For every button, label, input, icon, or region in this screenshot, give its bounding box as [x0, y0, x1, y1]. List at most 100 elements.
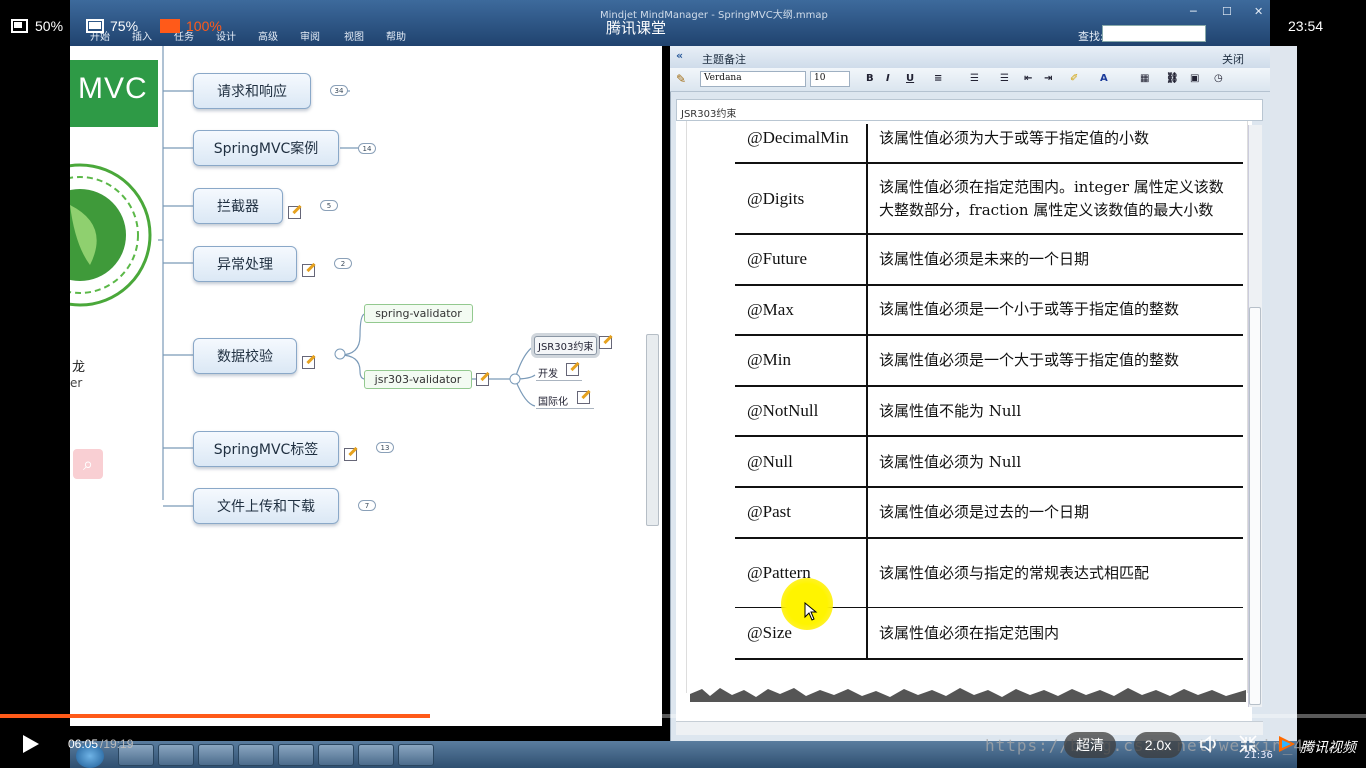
indent-icon[interactable]: ⇥	[1044, 73, 1052, 84]
font-size-select[interactable]: 10	[810, 71, 850, 87]
taskbar-app[interactable]	[398, 744, 434, 766]
quality-button[interactable]: 超清	[1064, 732, 1116, 758]
table-row-annotation: @DecimalMin	[747, 128, 849, 147]
topic-count-badge: 7	[358, 500, 376, 511]
note-icon[interactable]	[476, 373, 489, 386]
taskbar-app[interactable]	[238, 744, 274, 766]
bold-icon[interactable]: B	[866, 73, 874, 84]
topic-file-upload[interactable]: 文件上传和下载	[193, 488, 339, 524]
note-icon[interactable]	[344, 448, 357, 461]
table-row-desc: 该属性值必须是一个小于或等于指定值的整数	[879, 300, 1180, 318]
player-clock: 23:54	[1288, 18, 1324, 34]
table-rule	[735, 284, 1243, 286]
view-small-icon[interactable]	[11, 19, 28, 33]
table-row-desc-line2: 大整数部分，fraction 属性定义该数值的最大小数	[879, 201, 1214, 219]
table-rule	[735, 233, 1243, 235]
topic-springmvc-case[interactable]: SpringMVC案例	[193, 130, 339, 166]
topic-count-badge: 34	[330, 85, 348, 96]
outdent-icon[interactable]: ⇤	[1024, 73, 1032, 84]
taskbar-app[interactable]	[278, 744, 314, 766]
font-name-select[interactable]: Verdana	[700, 71, 806, 87]
topic-count-badge: 2	[334, 258, 352, 269]
image-icon[interactable]: ▣	[1190, 73, 1199, 84]
tab-advanced[interactable]: 高级	[258, 28, 278, 43]
notes-doc-tab[interactable]: JSR303约束	[676, 99, 1263, 121]
topic-springmvc-tags[interactable]: SpringMVC标签	[193, 431, 339, 467]
tab-view[interactable]: 视图	[344, 28, 364, 43]
topic-validation[interactable]: 数据校验	[193, 338, 297, 374]
notes-title: 主题备注	[702, 53, 746, 66]
table-rule	[735, 658, 1243, 660]
table-icon[interactable]: ▦	[1140, 73, 1149, 84]
side-panel-strip	[1270, 46, 1297, 741]
table-row-desc: 该属性值必须在指定范围内	[879, 624, 1060, 642]
table-row-desc: 该属性值必须是未来的一个日期	[879, 250, 1090, 268]
view-medium-icon[interactable]	[86, 19, 104, 33]
font-color-icon[interactable]: A	[1100, 73, 1108, 84]
subtopic-jsr303-validator[interactable]: jsr303-validator	[364, 370, 472, 389]
topic-request-response[interactable]: 请求和响应	[193, 73, 311, 109]
table-row-annotation: @Min	[747, 350, 791, 369]
maximize-icon[interactable]: ☐	[1222, 5, 1232, 18]
view-50-button[interactable]: 50%	[35, 18, 63, 34]
view-75-button[interactable]: 75%	[110, 18, 138, 34]
underline-icon[interactable]: U	[906, 73, 914, 84]
view-100-button[interactable]: 100%	[186, 18, 222, 34]
topic-interceptor[interactable]: 拦截器	[193, 188, 283, 224]
search-input[interactable]	[1102, 25, 1206, 42]
notes-toolbar: ✎ Verdana 10 B I U ≡ ☰ ☰ ⇤ ⇥ ✐ A ▦ ⛓ ▣ ◷	[670, 68, 1270, 92]
taskbar-app[interactable]	[358, 744, 394, 766]
note-icon[interactable]	[288, 206, 301, 219]
leaf-jsr303-constraints[interactable]: JSR303约束	[534, 336, 598, 355]
topic-count-badge: 13	[376, 442, 394, 453]
bullet-list-icon[interactable]: ☰	[1000, 73, 1009, 84]
taskbar-app[interactable]	[158, 744, 194, 766]
fullscreen-exit-icon[interactable]	[1238, 734, 1258, 754]
numbered-list-icon[interactable]: ☰	[970, 73, 979, 84]
mindmap-scrollbar[interactable]	[646, 334, 659, 526]
table-row-annotation: @Future	[747, 249, 808, 268]
notes-close[interactable]: 关闭	[1222, 51, 1244, 67]
time-current: 06:05	[68, 737, 99, 751]
speed-button[interactable]: 2.0x	[1134, 732, 1182, 758]
note-icon[interactable]	[599, 336, 612, 349]
table-rule	[735, 486, 1243, 488]
italic-icon[interactable]: I	[886, 73, 890, 84]
collapse-icon[interactable]: «	[676, 49, 683, 62]
table-row-desc: 该属性值必须在指定范围内。integer 属性定义该数	[879, 178, 1224, 196]
taskbar-app[interactable]	[198, 744, 234, 766]
note-icon[interactable]	[566, 363, 579, 376]
tab-review[interactable]: 审阅	[300, 28, 320, 43]
close-icon[interactable]: ✕	[1254, 5, 1263, 18]
date-icon[interactable]: ◷	[1214, 73, 1223, 84]
subtopic-spring-validator[interactable]: spring-validator	[364, 304, 473, 323]
table-rule	[735, 385, 1243, 387]
play-icon[interactable]	[22, 734, 40, 754]
volume-icon[interactable]	[1199, 734, 1221, 754]
table-row-annotation: @Null	[747, 452, 793, 471]
align-icon[interactable]: ≡	[934, 73, 942, 84]
table-row-desc: 该属性值必须为大于或等于指定值的小数	[879, 129, 1150, 147]
progress-fill	[0, 714, 431, 718]
torn-edge	[690, 688, 1246, 702]
note-icon[interactable]	[302, 356, 315, 369]
app-ribbon: Mindjet MindManager - SpringMVC大纲.mmap 开…	[70, 0, 1270, 46]
link-icon[interactable]: ⛓	[1166, 73, 1179, 84]
note-icon[interactable]	[302, 264, 315, 277]
notes-scrollbar-thumb[interactable]	[1249, 307, 1261, 705]
minimize-icon[interactable]: ─	[1190, 5, 1197, 18]
view-full-icon[interactable]	[160, 19, 180, 33]
notes-header: « 主题备注 关闭	[670, 46, 1270, 68]
format-painter-icon[interactable]: ✎	[676, 72, 686, 86]
highlight-icon[interactable]: ✐	[1070, 73, 1078, 84]
taskbar-app[interactable]	[318, 744, 354, 766]
topic-exception[interactable]: 异常处理	[193, 246, 297, 282]
table-rule	[735, 162, 1243, 164]
topic-count-badge: 5	[320, 200, 338, 211]
table-row-desc: 该属性值不能为 Null	[879, 402, 1022, 420]
note-icon[interactable]	[577, 391, 590, 404]
mouse-pointer-icon	[804, 602, 818, 621]
search-label: 查找:	[1078, 30, 1104, 43]
table-row-annotation: @Digits	[747, 189, 805, 208]
tab-help[interactable]: 帮助	[386, 28, 406, 43]
